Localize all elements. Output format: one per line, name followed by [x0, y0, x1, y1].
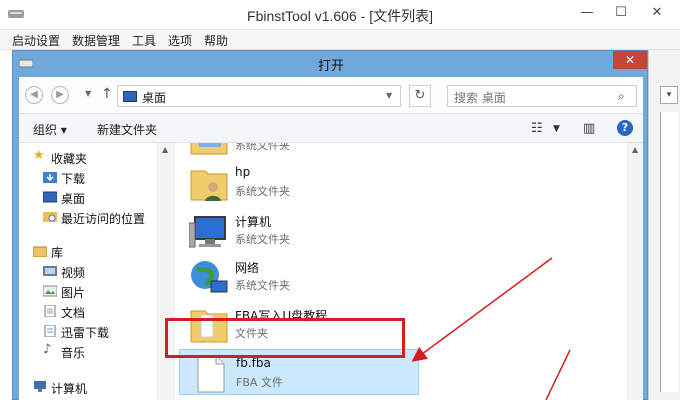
preview-pane-icon[interactable]: ▥	[583, 121, 595, 136]
app-titlebar: FbinstTool v1.606 - [文件列表] — ☐ ✕	[0, 0, 680, 30]
video-icon	[43, 266, 57, 276]
address-dropdown-icon[interactable]: ▼	[386, 91, 392, 100]
panel-dropdown[interactable]: ▾	[660, 86, 678, 104]
picture-icon	[43, 285, 57, 297]
file-type: 系统文件夹	[235, 185, 290, 198]
dialog-titlebar: 打开 ✕	[13, 51, 649, 77]
nav-libraries-label: 库	[51, 246, 64, 260]
search-placeholder: 搜索 桌面	[454, 91, 506, 105]
nav-favorites-label: 收藏夹	[51, 152, 88, 166]
nav-thunder-downloads-label: 迅雷下载	[61, 326, 110, 340]
file-icon	[197, 355, 225, 393]
list-item[interactable]: 网络 系统文件夹	[179, 253, 419, 299]
file-name: 计算机	[235, 215, 272, 229]
forward-arrow-icon[interactable]: ▶	[51, 86, 69, 104]
nav-downloads-label: 下载	[61, 172, 86, 186]
library-icon	[33, 246, 47, 257]
navigation-pane: ★ 收藏夹 下载 桌面 最近访问的位置 库 视频 图片 文档 迅雷下载 ♪ 音乐…	[19, 143, 175, 400]
maximize-button[interactable]: ☐	[604, 0, 638, 26]
up-arrow-icon[interactable]: ↑	[101, 86, 113, 102]
back-arrow-icon[interactable]: ◀	[25, 86, 43, 104]
history-dropdown-icon[interactable]: ▼	[85, 89, 91, 98]
list-item[interactable]: 计算机 系统文件夹	[179, 207, 419, 253]
file-type: 系统文件夹	[235, 233, 290, 246]
search-input[interactable]: 搜索 桌面 ⌕	[447, 85, 637, 107]
nav-pictures-label: 图片	[61, 286, 86, 300]
file-type: FBA 文件	[236, 376, 283, 389]
minimize-button[interactable]: —	[570, 0, 604, 26]
new-folder-button[interactable]: 新建文件夹	[97, 121, 157, 138]
download-folder-icon	[44, 325, 56, 337]
view-options-icon[interactable]: ☷	[531, 121, 543, 136]
dialog-title: 打开	[317, 59, 344, 74]
file-type: 系统文件夹	[235, 279, 290, 292]
network-icon	[191, 261, 228, 293]
nav-recent-label: 最近访问的位置	[61, 212, 146, 226]
help-icon[interactable]: ?	[617, 120, 633, 136]
menu-startup-settings[interactable]: 启动设置	[12, 32, 60, 49]
organize-button[interactable]: 组织 ▾	[33, 121, 67, 138]
nav-desktop-label: 桌面	[61, 192, 86, 206]
dialog-toolbar: 组织 ▾ 新建文件夹 ☷ ▼ ▥ ?	[19, 113, 643, 143]
scroll-up-icon[interactable]: ▲	[162, 145, 168, 154]
menu-help[interactable]: 帮助	[204, 32, 228, 49]
star-icon: ★	[33, 148, 45, 163]
address-row: ◀ ▶ ▼ ↑ 桌面 ▼ ↻ 搜索 桌面 ⌕	[19, 77, 643, 113]
file-name: 网络	[235, 261, 260, 275]
dialog-close-button[interactable]: ✕	[613, 51, 647, 69]
computer-icon	[34, 381, 46, 392]
file-list-scrollbar[interactable]: ▲	[627, 143, 643, 400]
annotation-highlight-box	[165, 318, 405, 358]
computer-icon	[189, 216, 226, 248]
nav-music-label: 音乐	[61, 346, 86, 360]
folder-icon	[190, 143, 228, 155]
list-item[interactable]: hp 系统文件夹	[179, 159, 419, 205]
refresh-icon[interactable]: ↻	[409, 85, 431, 107]
file-name: hp	[235, 165, 251, 179]
scroll-up-icon[interactable]: ▲	[632, 145, 638, 154]
music-note-icon: ♪	[43, 342, 52, 357]
recent-places-icon	[43, 212, 57, 222]
nav-pane-scrollbar[interactable]: ▲	[157, 143, 175, 400]
nav-videos-label: 视频	[61, 266, 86, 280]
nav-documents-label: 文档	[61, 306, 86, 320]
file-type: 系统文件夹	[235, 143, 290, 152]
menu-data-management[interactable]: 数据管理	[72, 32, 120, 49]
search-icon[interactable]: ⌕	[618, 89, 625, 104]
address-bar[interactable]: 桌面 ▼	[117, 85, 401, 107]
view-dropdown-icon[interactable]: ▼	[553, 124, 560, 134]
menu-tools[interactable]: 工具	[132, 32, 156, 49]
list-item[interactable]: 系统文件夹	[179, 143, 419, 159]
close-button[interactable]: ✕	[640, 0, 674, 26]
file-list: 系统文件夹 hp 系统文件夹 计算机 系统文件夹 网络 系统文件夹 FBA写入U…	[179, 143, 625, 400]
desktop-icon	[123, 91, 137, 102]
menu-options[interactable]: 选项	[168, 32, 192, 49]
desktop-icon	[43, 191, 57, 203]
file-name: fb.fba	[236, 356, 271, 370]
download-folder-icon	[43, 172, 57, 183]
address-location: 桌面	[142, 91, 167, 105]
menu-bar: 启动设置 数据管理 工具 选项 帮助	[0, 30, 680, 50]
user-folder-icon	[190, 170, 228, 201]
panel-list	[660, 112, 678, 392]
document-icon	[44, 305, 56, 317]
nav-computer-label: 计算机	[51, 382, 88, 396]
